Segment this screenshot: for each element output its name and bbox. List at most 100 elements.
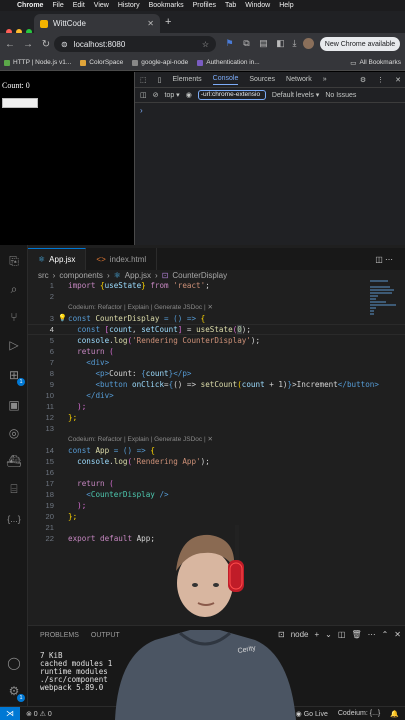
- menu-bookmarks[interactable]: Bookmarks: [149, 2, 184, 9]
- menu-profiles[interactable]: Profiles: [193, 2, 216, 9]
- menu-window[interactable]: Window: [245, 2, 270, 9]
- chevron-down-icon[interactable]: ⌄: [325, 630, 332, 639]
- console-toolbar: ◫ ⊘ top ▾ ◉ -url:chrome-extensio Default…: [135, 88, 405, 103]
- tab-search-icon[interactable]: ▤: [258, 38, 269, 49]
- tab-problems[interactable]: PROBLEMS: [40, 632, 79, 639]
- codelens-row[interactable]: Codeium: Refactor | Explain | Generate J…: [28, 434, 405, 445]
- minimap[interactable]: [370, 280, 400, 330]
- explorer-icon[interactable]: ⎘: [6, 253, 22, 269]
- manage-gear-icon[interactable]: ⚙ 1: [6, 683, 25, 702]
- breadcrumb-components[interactable]: components: [59, 271, 103, 280]
- bookmark-item[interactable]: Authentication in...: [197, 59, 260, 66]
- browser-tab-title: WittCode: [53, 19, 86, 28]
- menu-history[interactable]: History: [118, 2, 140, 9]
- notifications-icon[interactable]: 🔔: [390, 710, 399, 718]
- lightbulb-icon[interactable]: 💡: [58, 313, 67, 324]
- close-devtools-icon[interactable]: ✕: [395, 76, 401, 84]
- search-icon[interactable]: ⌕: [6, 281, 22, 297]
- back-icon[interactable]: ←: [2, 39, 18, 50]
- menu-tab[interactable]: Tab: [225, 2, 236, 9]
- browser-tab[interactable]: WittCode ✕: [34, 14, 160, 33]
- favicon-icon: [40, 19, 48, 28]
- tab-index-html[interactable]: <> index.html: [86, 248, 158, 270]
- inspect-icon[interactable]: ⬚: [140, 76, 147, 84]
- close-tab-icon[interactable]: ✕: [147, 19, 154, 28]
- bookmark-item[interactable]: google-api-node: [132, 59, 188, 66]
- tab-app-jsx[interactable]: ⚛ App.jsx: [28, 248, 87, 270]
- more-actions-icon[interactable]: ⋯: [368, 630, 376, 639]
- settings-icon[interactable]: ⚙: [360, 76, 366, 84]
- breadcrumb-src[interactable]: src: [38, 271, 49, 280]
- browser-tab-bar: WittCode ✕ +: [0, 11, 405, 35]
- bookmark-star-icon[interactable]: ☆: [202, 40, 209, 49]
- eye-icon[interactable]: ◉: [186, 91, 192, 99]
- clear-console-icon[interactable]: ⊘: [153, 91, 159, 99]
- flag-icon[interactable]: ⚑: [224, 38, 235, 49]
- close-panel-icon[interactable]: ✕: [394, 630, 401, 639]
- react-file-icon: ⚛: [38, 255, 46, 264]
- docker-icon[interactable]: ⛴: [6, 453, 22, 469]
- forward-icon[interactable]: →: [20, 39, 36, 50]
- breadcrumb-file[interactable]: App.jsx: [125, 271, 151, 280]
- bookmark-icon: [197, 59, 204, 66]
- levels-select[interactable]: Default levels ▾: [272, 91, 320, 99]
- run-debug-icon[interactable]: ▷: [6, 337, 22, 353]
- split-editor-icon[interactable]: ◫ ⋯: [375, 255, 393, 264]
- console-filter-input[interactable]: -url:chrome-extensio: [197, 90, 266, 100]
- tab-console[interactable]: Console: [212, 75, 239, 85]
- reload-icon[interactable]: ↻: [38, 39, 54, 50]
- code-line: 18 <CounterDisplay />: [45, 490, 169, 499]
- tab-elements[interactable]: Elements: [172, 76, 201, 83]
- sidebar-toggle-icon[interactable]: ◫: [140, 91, 147, 99]
- issues-count[interactable]: No Issues: [325, 92, 356, 99]
- breadcrumb-symbol[interactable]: CounterDisplay: [172, 271, 227, 280]
- codelens-row[interactable]: Codeium: Refactor | Explain | Generate J…: [28, 302, 405, 313]
- console-prompt[interactable]: ›: [135, 103, 405, 115]
- address-bar[interactable]: ⊜ localhost:8080 ☆: [54, 36, 216, 52]
- profile-avatar[interactable]: [303, 38, 314, 49]
- update-chrome-button[interactable]: New Chrome available: [320, 37, 400, 51]
- split-terminal-icon[interactable]: ◫: [338, 630, 346, 639]
- bookmark-item[interactable]: HTTP | Node.js v1...: [4, 59, 71, 66]
- code-line: 14 const App = () => {: [45, 446, 155, 455]
- extensions-icon[interactable]: ⧉: [241, 38, 252, 49]
- new-tab-icon[interactable]: +: [165, 16, 171, 28]
- download-icon[interactable]: ⤓: [289, 38, 300, 49]
- remote-explorer-icon[interactable]: ▣: [6, 397, 22, 413]
- tab-network[interactable]: Network: [286, 76, 312, 83]
- account-icon[interactable]: ◯: [6, 655, 22, 671]
- database-icon[interactable]: ⌸: [6, 481, 22, 497]
- remote-indicator-icon[interactable]: ⋊: [0, 706, 20, 720]
- site-info-icon[interactable]: ⊜: [61, 40, 68, 49]
- all-bookmarks[interactable]: ▭ All Bookmarks: [350, 59, 401, 67]
- tab-sources[interactable]: Sources: [249, 76, 275, 83]
- bookmark-item[interactable]: ColorSpace: [80, 59, 123, 66]
- extensions-icon[interactable]: ⊞ 1: [6, 367, 25, 386]
- device-toolbar-icon[interactable]: ▯: [158, 76, 162, 84]
- context-select[interactable]: top ▾: [165, 91, 180, 99]
- menu-file[interactable]: File: [52, 2, 63, 9]
- new-terminal-icon[interactable]: +: [315, 630, 320, 639]
- codeium-icon[interactable]: ◎: [6, 425, 22, 441]
- increment-button[interactable]: [2, 98, 38, 108]
- trash-icon[interactable]: 🗑: [351, 630, 361, 639]
- menu-view[interactable]: View: [94, 2, 109, 9]
- code-line: 8 <p>Count: {count}</p>: [49, 369, 192, 378]
- code-line: 11 );: [46, 402, 87, 411]
- codeium-status[interactable]: Codeium: {...}: [338, 710, 380, 718]
- menubar-app-name[interactable]: Chrome: [17, 2, 43, 9]
- menu-edit[interactable]: Edit: [73, 2, 85, 9]
- problems-count[interactable]: ⊗ 0 ⚠ 0: [26, 710, 52, 718]
- code-line: 7 <div>: [49, 358, 110, 367]
- code-line: 3 const CounterDisplay = () => {💡: [49, 313, 206, 324]
- code-line: 6 return (: [49, 347, 114, 356]
- code-line: 12};: [45, 413, 78, 422]
- source-control-icon[interactable]: ⑂: [6, 309, 22, 325]
- maximize-panel-icon[interactable]: ⌃: [382, 630, 389, 639]
- go-live-button[interactable]: ◉ Go Live: [296, 710, 328, 718]
- side-panel-icon[interactable]: ◧: [275, 38, 286, 49]
- menu-help[interactable]: Help: [279, 2, 293, 9]
- more-tabs-icon[interactable]: »: [323, 76, 327, 83]
- json-icon[interactable]: {...}: [6, 511, 22, 527]
- more-options-icon[interactable]: ⋮: [377, 76, 384, 84]
